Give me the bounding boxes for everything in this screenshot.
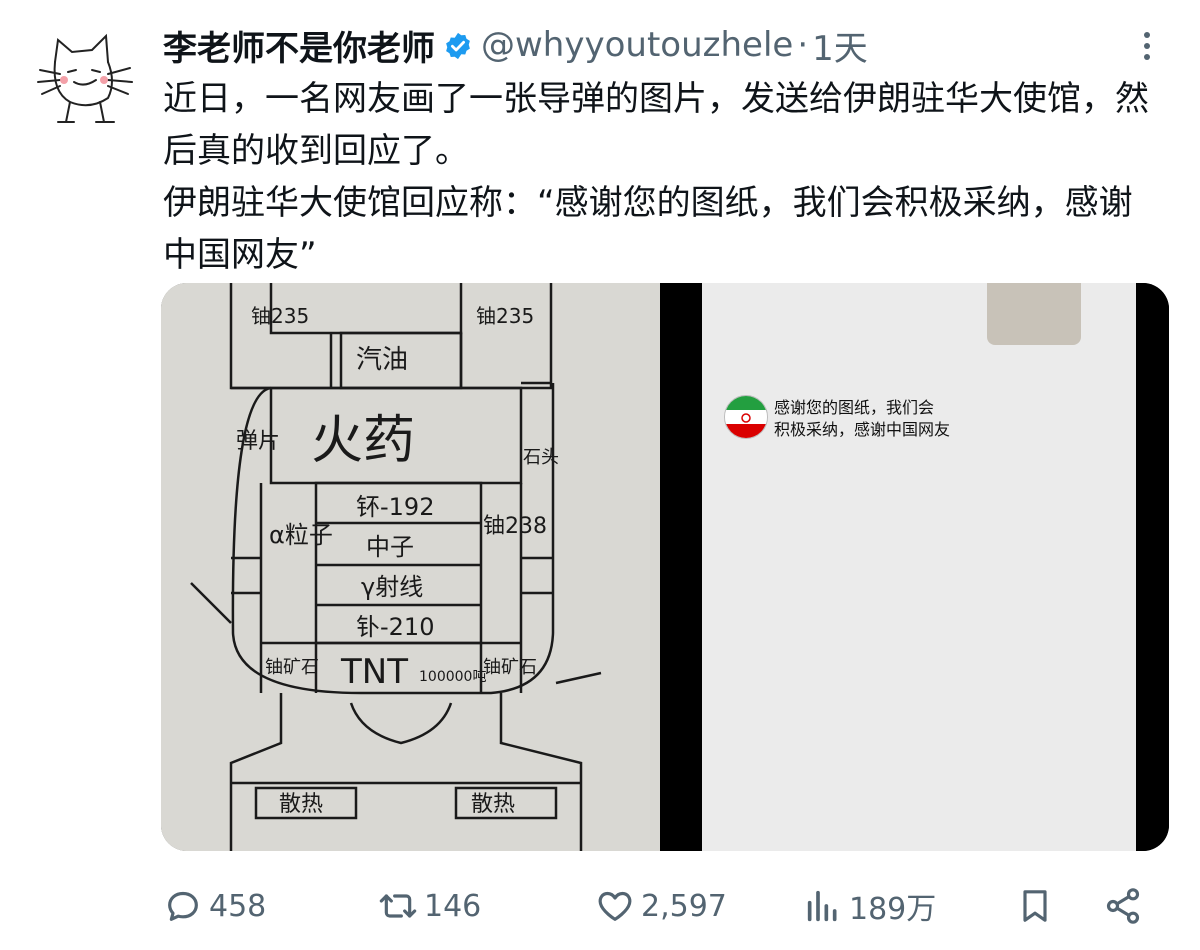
label-gamma: γ射线 bbox=[361, 573, 423, 601]
tweet-header: 李老师不是你老师 @whyyoutouzhele · 1天 bbox=[163, 21, 868, 70]
views-button[interactable]: 189万 bbox=[803, 878, 936, 934]
tweet-paragraph: 伊朗驻华大使馆回应称：“感谢您的图纸，我们会积极采纳，感谢中国网友” bbox=[163, 183, 1133, 275]
views-chart-icon bbox=[807, 890, 837, 922]
reply-count: 458 bbox=[209, 888, 267, 924]
tweet-text: 近日，一名网友画了一张导弹的图片，发送给伊朗驻华大使馆，然后真的收到回应了。 伊… bbox=[163, 73, 1153, 281]
like-button[interactable]: 2,597 bbox=[595, 878, 727, 934]
verified-badge-icon bbox=[443, 30, 473, 60]
label-tnt: TNT bbox=[340, 652, 408, 692]
label-alpha: α粒子 bbox=[269, 521, 333, 549]
user-handle[interactable]: @whyyoutouzhele bbox=[481, 25, 793, 65]
label-u238: 铀238 bbox=[483, 514, 547, 539]
label-shrapnel: 弹片 bbox=[236, 429, 280, 454]
label-tnt-amount: 100000吨 bbox=[419, 669, 486, 685]
label-stone: 石头 bbox=[523, 447, 559, 468]
retweet-count: 146 bbox=[424, 888, 482, 924]
reply-screenshot: 感谢您的图纸，我们会 积极采纳，感谢中国网友 bbox=[702, 283, 1136, 851]
heart-icon bbox=[598, 891, 632, 921]
label-ore-left: 铀矿石 bbox=[265, 657, 319, 678]
label-u235-right: 铀235 bbox=[476, 304, 534, 328]
label-gasoline: 汽油 bbox=[356, 345, 408, 375]
retweet-button[interactable]: 146 bbox=[378, 878, 481, 934]
reply-icon bbox=[168, 891, 198, 921]
reply-line-1: 感谢您的图纸，我们会 bbox=[774, 398, 935, 417]
label-u235-left: 铀235 bbox=[251, 304, 309, 328]
iran-flag-icon bbox=[724, 395, 768, 439]
label-pu: 钚-192 bbox=[356, 493, 434, 521]
label-gunpowder: 火药 bbox=[311, 411, 415, 471]
embassy-reply-image[interactable]: 感谢您的图纸，我们会 积极采纳，感谢中国网友 bbox=[670, 283, 1169, 851]
separator-dot: · bbox=[797, 25, 809, 65]
share-button[interactable] bbox=[1103, 878, 1149, 934]
reply-line-2: 积极采纳，感谢中国网友 bbox=[774, 420, 951, 439]
retweet-icon bbox=[379, 894, 417, 918]
display-name[interactable]: 李老师不是你老师 bbox=[163, 21, 435, 70]
label-po: 钋-210 bbox=[356, 613, 434, 641]
reply-message: 感谢您的图纸，我们会 积极采纳，感谢中国网友 bbox=[774, 397, 1054, 441]
share-icon bbox=[1106, 888, 1140, 924]
action-bar: 458 146 2,597 189万 bbox=[163, 878, 1163, 934]
label-ore-right: 铀矿石 bbox=[483, 657, 537, 678]
bookmark-button[interactable] bbox=[1015, 878, 1061, 934]
label-cool-left: 散热 bbox=[279, 792, 323, 817]
media-grid: 铀235 铀235 汽油 火药 弹片 α粒子 钚-192 中子 γ射线 钋-21… bbox=[161, 283, 1169, 851]
label-cool-right: 散热 bbox=[471, 792, 515, 817]
avatar[interactable] bbox=[30, 22, 140, 132]
more-options-icon[interactable] bbox=[1136, 28, 1160, 64]
label-neutron: 中子 bbox=[366, 533, 414, 561]
tweet-paragraph: 近日，一名网友画了一张导弹的图片，发送给伊朗驻华大使馆，然后真的收到回应了。 bbox=[163, 79, 1149, 171]
reply-button[interactable]: 458 bbox=[163, 878, 266, 934]
missile-drawing: 铀235 铀235 汽油 火药 弹片 α粒子 钚-192 中子 γ射线 钋-21… bbox=[161, 283, 660, 851]
document-thumbnail bbox=[987, 283, 1081, 345]
like-count: 2,597 bbox=[641, 888, 727, 924]
bookmark-icon bbox=[1023, 890, 1047, 922]
views-count: 189万 bbox=[849, 892, 937, 927]
cat-avatar-icon bbox=[37, 33, 133, 123]
missile-drawing-image[interactable]: 铀235 铀235 汽油 火药 弹片 α粒子 钚-192 中子 γ射线 钋-21… bbox=[161, 283, 660, 851]
timestamp[interactable]: 1天 bbox=[812, 21, 868, 70]
